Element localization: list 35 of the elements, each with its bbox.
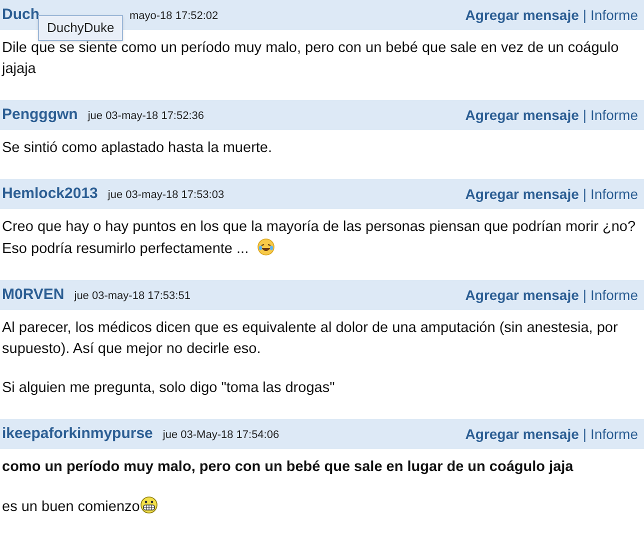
report-link[interactable]: Informe bbox=[590, 104, 638, 126]
report-link[interactable]: Informe bbox=[590, 424, 638, 444]
post-text: como un período muy malo, pero con un bebé que sale en lugar de un coágulo jaja bbox=[2, 458, 574, 477]
username-link[interactable]: Duch bbox=[2, 4, 40, 26]
report-link[interactable]: Informe bbox=[590, 4, 638, 26]
post-text: Dile que se siente como un período muy malo, pero con un bebé que sale en vez de un coágulo jajaja bbox=[2, 39, 620, 79]
username-link[interactable]: M0RVEN bbox=[2, 284, 64, 306]
post-date: jue 03-May-18 17:54:06 bbox=[162, 428, 280, 443]
separator-text: | bbox=[582, 106, 587, 125]
grinning-face-icon bbox=[140, 496, 158, 514]
add-message-link[interactable]: Agregar mensaje bbox=[465, 104, 579, 126]
post-date: jue 03-may-18 17:53:03 bbox=[108, 188, 224, 203]
add-message-link[interactable]: Agregar mensaje bbox=[465, 424, 579, 444]
add-message-link[interactable]: Agregar mensaje bbox=[465, 4, 579, 26]
username-link[interactable]: Pengggwn bbox=[2, 104, 78, 126]
post-text: Creo que hay o hay puntos en los que la mayoría de las personas piensan que podrían morir ¿no? Eso podría resumirlo perfectamente ... bbox=[2, 218, 637, 259]
post-date: jue 03-may-18 17:52:36 bbox=[88, 108, 204, 124]
separator-text: | bbox=[582, 184, 587, 204]
separator-text: | bbox=[582, 286, 587, 305]
username-link[interactable]: Hemlock2013 bbox=[2, 182, 98, 206]
post-text: Se sintió como aplastado hasta la muerte. bbox=[2, 139, 274, 158]
post-text: Si alguien me pregunta, solo digo "toma las drogas" bbox=[2, 379, 336, 398]
post-date: jue 03-may-18 17:53:51 bbox=[74, 288, 190, 304]
laughing-face-icon bbox=[256, 238, 275, 256]
report-link[interactable]: Informe bbox=[590, 284, 638, 306]
add-message-link[interactable]: Agregar mensaje bbox=[465, 184, 579, 204]
username-link[interactable]: ikeepaforkinmypurse bbox=[2, 422, 153, 446]
separator-text: | bbox=[582, 6, 587, 25]
post-date: mayo-18 17:52:02 bbox=[130, 8, 218, 24]
add-message-link[interactable]: Agregar mensaje bbox=[465, 284, 579, 306]
tooltip: DuchyDuke bbox=[38, 15, 124, 40]
report-link[interactable]: Informe bbox=[590, 184, 638, 204]
post-text: es un buen comienzo bbox=[2, 496, 642, 518]
separator-text: | bbox=[582, 424, 587, 444]
post-text: Al parecer, los médicos dicen que es equivalente al dolor de una amputación (sin anestesia, por supuesto). Así que mejor no decirle eso. bbox=[2, 319, 619, 359]
